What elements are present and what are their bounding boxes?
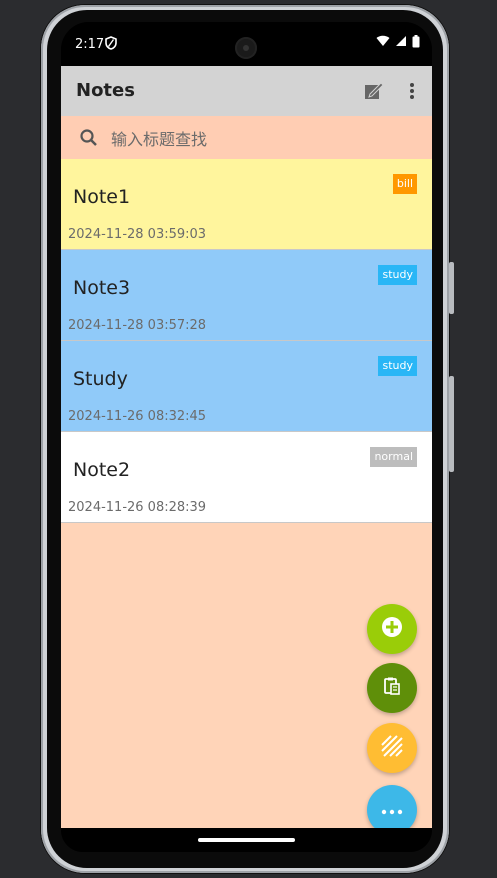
search-input[interactable] <box>101 122 432 156</box>
note-date: 2024-11-28 03:59:03 <box>68 227 207 242</box>
status-bar: 2:17 <box>61 22 432 66</box>
plus-circle-icon <box>381 616 403 642</box>
note-tag-badge: bill <box>392 174 417 194</box>
notes-list: Note1 2024-11-28 03:59:03 bill Note3 202… <box>61 159 432 523</box>
note-title: Note3 <box>73 277 131 299</box>
signal-icon <box>395 35 407 51</box>
wifi-icon <box>376 35 390 51</box>
paste-fab[interactable] <box>367 663 417 713</box>
clipboard-icon <box>382 676 402 700</box>
page-title: Notes <box>76 80 135 101</box>
home-gesture-handle[interactable] <box>198 838 295 842</box>
note-date: 2024-11-26 08:32:45 <box>68 409 207 424</box>
main-content: Note1 2024-11-28 03:59:03 bill Note3 202… <box>61 116 432 835</box>
status-time: 2:17 <box>75 37 105 52</box>
search-icon <box>79 128 99 148</box>
stripes-fab[interactable] <box>367 723 417 773</box>
power-button <box>449 262 454 314</box>
navigation-bar <box>61 828 432 852</box>
note-title: Note1 <box>73 186 131 208</box>
list-item[interactable]: Note3 2024-11-28 03:57:28 study <box>61 250 432 341</box>
note-tag-badge: study <box>378 356 417 376</box>
note-tag-badge: normal <box>370 447 417 467</box>
screen: 2:17 Notes 输入标题查找 Note1 2024-11-28 03:59… <box>61 22 432 852</box>
list-item[interactable]: Note1 2024-11-28 03:59:03 bill <box>61 159 432 250</box>
volume-button <box>449 376 454 472</box>
stripes-icon <box>380 734 404 762</box>
list-item[interactable]: Study 2024-11-26 08:32:45 study <box>61 341 432 432</box>
overflow-menu-icon[interactable] <box>401 80 423 102</box>
edit-note-icon[interactable] <box>363 80 385 102</box>
note-date: 2024-11-28 03:57:28 <box>68 318 207 333</box>
note-date: 2024-11-26 08:28:39 <box>68 500 207 515</box>
shield-icon <box>105 36 117 50</box>
more-horizontal-icon <box>380 801 404 820</box>
app-bar: Notes <box>61 66 432 116</box>
add-note-fab[interactable] <box>367 604 417 654</box>
battery-icon <box>412 34 420 52</box>
note-title: Note2 <box>73 459 131 481</box>
search-bar <box>61 116 432 159</box>
note-tag-badge: study <box>378 265 417 285</box>
list-item[interactable]: Note2 2024-11-26 08:28:39 normal <box>61 432 432 523</box>
note-title: Study <box>73 368 128 390</box>
front-camera <box>235 37 257 59</box>
